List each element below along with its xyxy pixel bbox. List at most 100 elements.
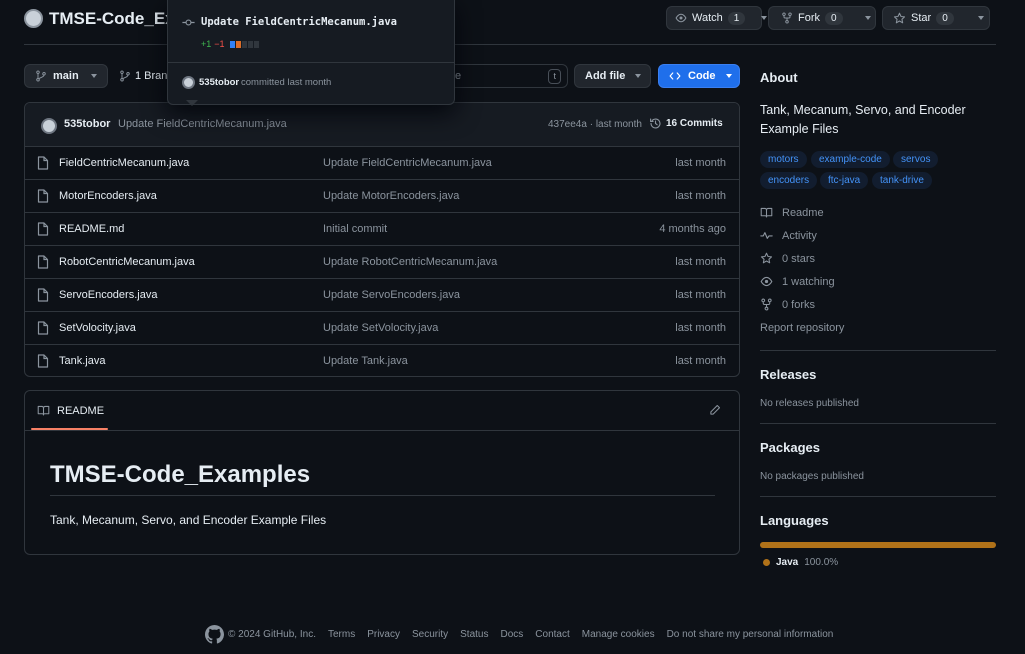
chevron-down-icon: [977, 16, 984, 20]
file-name[interactable]: SetVolocity.java: [59, 322, 136, 334]
commits-link[interactable]: 16 Commits: [649, 117, 723, 130]
pencil-icon[interactable]: [709, 404, 721, 416]
file-name[interactable]: README.md: [59, 223, 124, 235]
popover-avatar[interactable]: [182, 76, 195, 89]
file-icon: [37, 189, 49, 203]
popover-author[interactable]: 535tobor: [199, 77, 239, 88]
file-commit-time: last month: [675, 322, 726, 334]
footer-link[interactable]: Privacy: [367, 629, 400, 640]
history-icon: [650, 118, 661, 129]
file-commit-time: last month: [675, 190, 726, 202]
author-avatar[interactable]: [41, 118, 57, 134]
file-icon: [37, 354, 49, 368]
branch-select[interactable]: main: [24, 64, 108, 88]
file-commit-message[interactable]: Update FieldCentricMecanum.java: [323, 157, 492, 169]
popover-suffix: committed last month: [241, 77, 332, 88]
file-icon: [37, 321, 49, 335]
file-commit-time: last month: [675, 355, 726, 367]
diffstat: +1 −1: [201, 39, 259, 49]
star-button[interactable]: Star 0: [882, 6, 990, 30]
readme-link[interactable]: Readme: [760, 206, 824, 219]
languages-title: Languages: [760, 513, 829, 528]
language-bar: [760, 542, 996, 548]
file-name[interactable]: MotorEncoders.java: [59, 190, 157, 202]
file-commit-time: last month: [675, 256, 726, 268]
file-name[interactable]: FieldCentricMecanum.java: [59, 157, 189, 169]
releases-text: No releases published: [760, 398, 859, 409]
topic-tag[interactable]: servos: [893, 151, 939, 168]
code-button[interactable]: Code: [658, 64, 740, 88]
file-commit-message[interactable]: Initial commit: [323, 223, 387, 235]
file-commit-message[interactable]: Update Tank.java: [323, 355, 408, 367]
language-name: Java: [776, 557, 799, 568]
footer-link[interactable]: Security: [412, 629, 448, 640]
file-icon: [37, 156, 49, 170]
footer-link[interactable]: Status: [460, 629, 488, 640]
footer-link[interactable]: Docs: [500, 629, 523, 640]
star-dropdown[interactable]: [970, 7, 992, 29]
star-count: 0: [936, 11, 954, 25]
footer-link[interactable]: Do not share my personal information: [667, 629, 834, 640]
language-item[interactable]: Java 100.0%: [763, 557, 838, 568]
file-commit-time: last month: [675, 289, 726, 301]
table-row[interactable]: FieldCentricMecanum.java Update FieldCent…: [25, 146, 739, 179]
topic-tag[interactable]: example-code: [811, 151, 890, 168]
add-file-button[interactable]: Add file: [574, 64, 651, 88]
table-row[interactable]: RobotCentricMecanum.java Update RobotCent…: [25, 245, 739, 278]
repo-avatar[interactable]: [24, 9, 43, 28]
table-row[interactable]: MotorEncoders.java Update MotorEncoders.j…: [25, 179, 739, 212]
activity-link[interactable]: Activity: [760, 229, 817, 242]
file-commit-message[interactable]: Update MotorEncoders.java: [323, 190, 459, 202]
releases-title[interactable]: Releases: [760, 367, 816, 382]
footer-link[interactable]: Terms: [328, 629, 355, 640]
go-to-file-input[interactable]: e t: [440, 64, 568, 88]
chevron-down-icon: [725, 74, 732, 78]
diff-deletions: −1: [214, 39, 225, 49]
watch-button[interactable]: Watch 1: [666, 6, 768, 30]
watching-link-label: 1 watching: [782, 275, 835, 288]
readme-panel: README TMSE-Code_Examples Tank, Mecanum,…: [24, 390, 740, 555]
watch-count: 1: [727, 11, 746, 25]
topic-tag[interactable]: tank-drive: [872, 172, 932, 189]
stars-link[interactable]: 0 stars: [760, 252, 815, 265]
star-icon: [760, 252, 773, 264]
sidebar-separator: [760, 423, 996, 424]
fork-dropdown[interactable]: [857, 7, 879, 29]
fork-icon: [782, 12, 792, 24]
branch-name: main: [53, 70, 79, 82]
forks-link[interactable]: 0 forks: [760, 298, 815, 311]
commit-hash-time[interactable]: 437ee4a · last month: [548, 119, 642, 130]
commit-message[interactable]: Update FieldCentricMecanum.java: [118, 118, 287, 130]
footer-link[interactable]: Contact: [535, 629, 569, 640]
stars-link-label: 0 stars: [782, 252, 816, 265]
repo-title[interactable]: TMSE-Code_Exa: [49, 9, 184, 29]
chevron-down-icon: [761, 16, 768, 20]
commit-author[interactable]: 535tobor: [64, 118, 110, 130]
file-commit-message[interactable]: Update RobotCentricMecanum.java: [323, 256, 497, 268]
readme-tab[interactable]: README: [37, 404, 104, 417]
popover-title[interactable]: Update FieldCentricMecanum.java: [201, 16, 397, 28]
add-file-label: Add file: [585, 70, 626, 82]
table-row[interactable]: Tank.java Update Tank.java last month: [25, 344, 739, 376]
report-repository-link[interactable]: Report repository: [760, 322, 844, 334]
fork-button[interactable]: Fork 0: [768, 6, 876, 30]
file-name[interactable]: Tank.java: [59, 355, 105, 367]
topic-tag[interactable]: motors: [760, 151, 807, 168]
file-name[interactable]: ServoEncoders.java: [59, 289, 157, 301]
table-row[interactable]: ServoEncoders.java Update ServoEncoders.j…: [25, 278, 739, 311]
file-table: 535tobor Update FieldCentricMecanum.java…: [24, 102, 740, 377]
file-commit-message[interactable]: Update SetVolocity.java: [323, 322, 438, 334]
file-name[interactable]: RobotCentricMecanum.java: [59, 256, 195, 268]
topic-tag[interactable]: encoders: [760, 172, 818, 189]
watching-link[interactable]: 1 watching: [760, 275, 835, 288]
fork-count: 0: [825, 11, 843, 25]
footer-link[interactable]: Manage cookies: [582, 629, 655, 640]
table-row[interactable]: README.md Initial commit 4 months ago: [25, 212, 739, 245]
table-row[interactable]: SetVolocity.java Update SetVolocity.java l…: [25, 311, 739, 344]
branches-link[interactable]: 1 Branc: [119, 70, 173, 82]
github-logo-icon[interactable]: [205, 625, 224, 644]
topic-tag[interactable]: ftc-java: [820, 172, 869, 189]
packages-title[interactable]: Packages: [760, 440, 820, 455]
file-commit-message[interactable]: Update ServoEncoders.java: [323, 289, 460, 301]
pulse-icon: [760, 232, 773, 239]
